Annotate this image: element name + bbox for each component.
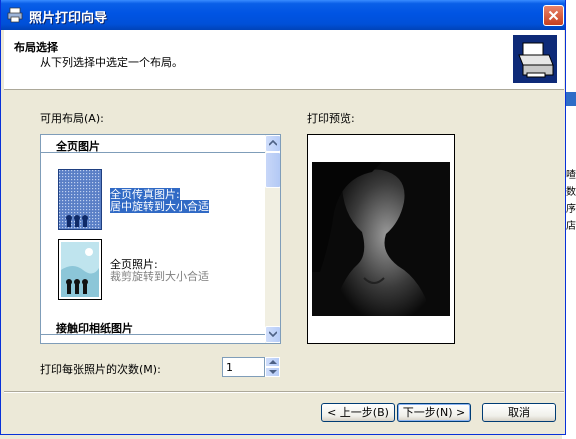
layout-option-fax[interactable]: 全页传真图片: 居中旋转到大小合适 (110, 188, 209, 213)
copies-input[interactable]: 1 (222, 357, 265, 377)
copies-spinner[interactable] (265, 357, 280, 377)
chevron-up-icon (269, 140, 277, 146)
layout-option-desc: 裁剪旋转到大小合适 (110, 270, 209, 283)
title-bar[interactable]: 照片打印向导 (1, 0, 565, 30)
print-preview-label: 打印预览: (307, 112, 355, 125)
photo-printing-wizard-window: 照片打印向导 布局选择 从下列选择中选定一个布局。 可用布局(A): 打印预览:… (0, 0, 566, 435)
layout-thumbnail-photo[interactable] (58, 239, 102, 300)
printer-icon (7, 7, 23, 23)
background-text-fragment: 店 (566, 221, 576, 232)
page-title: 布局选择 (14, 41, 58, 54)
footer-divider (4, 391, 564, 393)
printer-icon (513, 35, 557, 83)
layout-thumbnail-fax[interactable] (58, 169, 102, 230)
scroll-up-button[interactable] (265, 135, 280, 152)
back-button[interactable]: < 上一步(B) (321, 403, 395, 422)
chevron-up-icon (269, 360, 277, 364)
close-icon (548, 10, 559, 21)
layout-list[interactable]: 全页图片 全页传真图片: 居中旋转到大小合适 全页照片: 裁剪旋转到大小合适 接… (40, 134, 281, 344)
available-layouts-label: 可用布局(A): (40, 112, 104, 125)
print-preview-pane (307, 134, 455, 344)
wizard-header: 布局选择 从下列选择中选定一个布局。 (4, 30, 564, 90)
fax-thumbnail-icon (59, 170, 101, 229)
page-subtitle: 从下列选择中选定一个布局。 (40, 56, 183, 69)
scroll-down-button[interactable] (265, 326, 280, 343)
background-text-fragment: 数 (566, 187, 576, 198)
background-text-fragment: 序 (566, 204, 576, 215)
layout-option-photo[interactable]: 全页照片: 裁剪旋转到大小合适 (110, 259, 209, 283)
copies-label: 打印每张照片的次数(M): (40, 363, 161, 376)
photo-preview-image (312, 162, 450, 316)
scroll-thumb[interactable] (265, 152, 280, 188)
window-title: 照片打印向导 (29, 11, 108, 26)
photo-thumbnail-icon (61, 242, 99, 297)
group-header-full-page: 全页图片 (41, 137, 265, 153)
spin-down-button[interactable] (265, 367, 280, 377)
background-text-fragment: 喳 (566, 170, 576, 181)
chevron-down-icon (269, 331, 277, 337)
close-button[interactable] (543, 5, 564, 26)
layout-list-scrollbar[interactable] (265, 135, 280, 343)
chevron-down-icon (269, 370, 277, 374)
layout-option-desc: 居中旋转到大小合适 (110, 200, 209, 213)
cancel-button[interactable]: 取消 (482, 403, 556, 422)
preview-photo (312, 162, 450, 316)
group-header-contact-sheet: 接触印相纸图片 (41, 319, 265, 335)
next-button[interactable]: 下一步(N) > (397, 403, 471, 422)
spin-up-button[interactable] (265, 357, 280, 367)
